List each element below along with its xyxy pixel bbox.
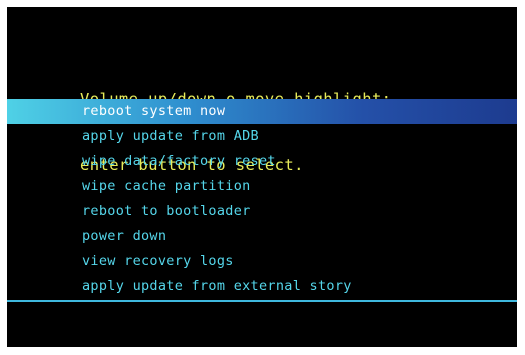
menu-item-reboot-system-now[interactable]: reboot system now bbox=[7, 99, 517, 124]
menu-item-view-recovery-logs[interactable]: view recovery logs bbox=[7, 249, 517, 274]
menu-item-wipe-data-factory-reset[interactable]: wipe data/factory reset bbox=[7, 149, 517, 174]
menu-item-apply-update-from-external-story[interactable]: apply update from external story bbox=[7, 274, 517, 299]
recovery-menu: reboot system now apply update from ADB … bbox=[7, 99, 517, 299]
recovery-screen: Volume up/down o move highlight; enter b… bbox=[7, 7, 517, 347]
menu-item-reboot-to-bootloader[interactable]: reboot to bootloader bbox=[7, 199, 517, 224]
menu-divider bbox=[7, 300, 517, 302]
menu-item-wipe-cache-partition[interactable]: wipe cache partition bbox=[7, 174, 517, 199]
menu-item-power-down[interactable]: power down bbox=[7, 224, 517, 249]
menu-item-apply-update-from-adb[interactable]: apply update from ADB bbox=[7, 124, 517, 149]
